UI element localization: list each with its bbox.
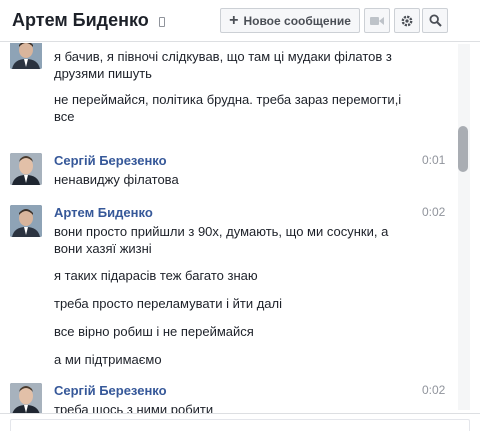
- message-text: треба просто переламувати і йти далі: [54, 296, 283, 311]
- message-timestamp: 0:02: [422, 205, 446, 219]
- message-text: я бачив, я півночі слідкував, що там ці …: [54, 49, 392, 81]
- message-input[interactable]: [10, 419, 470, 431]
- new-message-label: Новое сообщение: [243, 13, 351, 28]
- message-composer[interactable]: [0, 413, 480, 431]
- video-call-icon: [370, 16, 384, 25]
- message-author-link[interactable]: Сергій Березенко: [54, 383, 167, 398]
- mobile-device-icon: [158, 16, 165, 27]
- search-icon: [428, 14, 442, 27]
- message-text: все вірно робиш і не переймайся: [54, 324, 254, 339]
- conversation-header: Артем Биденко + Новое сообщение: [0, 0, 480, 42]
- message-timestamp: 0:01: [422, 153, 446, 167]
- message-text: ненавиджу філатова: [54, 172, 179, 187]
- message-author-link[interactable]: Сергій Березенко: [54, 153, 167, 168]
- message-text: а ми підтримаємо: [54, 352, 162, 367]
- message-text: вони просто прийшли з 90х, думають, що м…: [54, 224, 389, 256]
- settings-button[interactable]: [394, 8, 420, 33]
- scrollbar-track[interactable]: [458, 44, 470, 410]
- search-button[interactable]: [422, 8, 448, 33]
- scrollbar-thumb[interactable]: [458, 126, 468, 172]
- message-text: не переймайся, політика брудна. треба за…: [54, 92, 402, 124]
- avatar[interactable]: [10, 383, 42, 413]
- gear-icon: [401, 15, 413, 26]
- message-timestamp: 0:02: [422, 383, 446, 397]
- message-text: треба щось з ними робити: [54, 402, 214, 413]
- message-author-link[interactable]: Артем Биденко: [54, 205, 153, 220]
- avatar[interactable]: [10, 43, 42, 69]
- message-history[interactable]: я бачив, я півночі слідкував, що там ці …: [0, 43, 456, 413]
- conversation-title-text[interactable]: Артем Биденко: [12, 10, 149, 31]
- video-call-button[interactable]: [364, 8, 390, 33]
- plus-icon: +: [229, 11, 239, 29]
- avatar-image: [10, 43, 42, 69]
- new-message-button[interactable]: + Новое сообщение: [220, 8, 360, 33]
- message-text: я таких підарасів теж багато знаю: [54, 268, 258, 283]
- avatar[interactable]: [10, 205, 42, 237]
- avatar-image: [10, 383, 42, 413]
- avatar-image: [10, 153, 42, 185]
- conversation-title[interactable]: Артем Биденко: [12, 10, 165, 31]
- avatar-image: [10, 205, 42, 237]
- avatar[interactable]: [10, 153, 42, 185]
